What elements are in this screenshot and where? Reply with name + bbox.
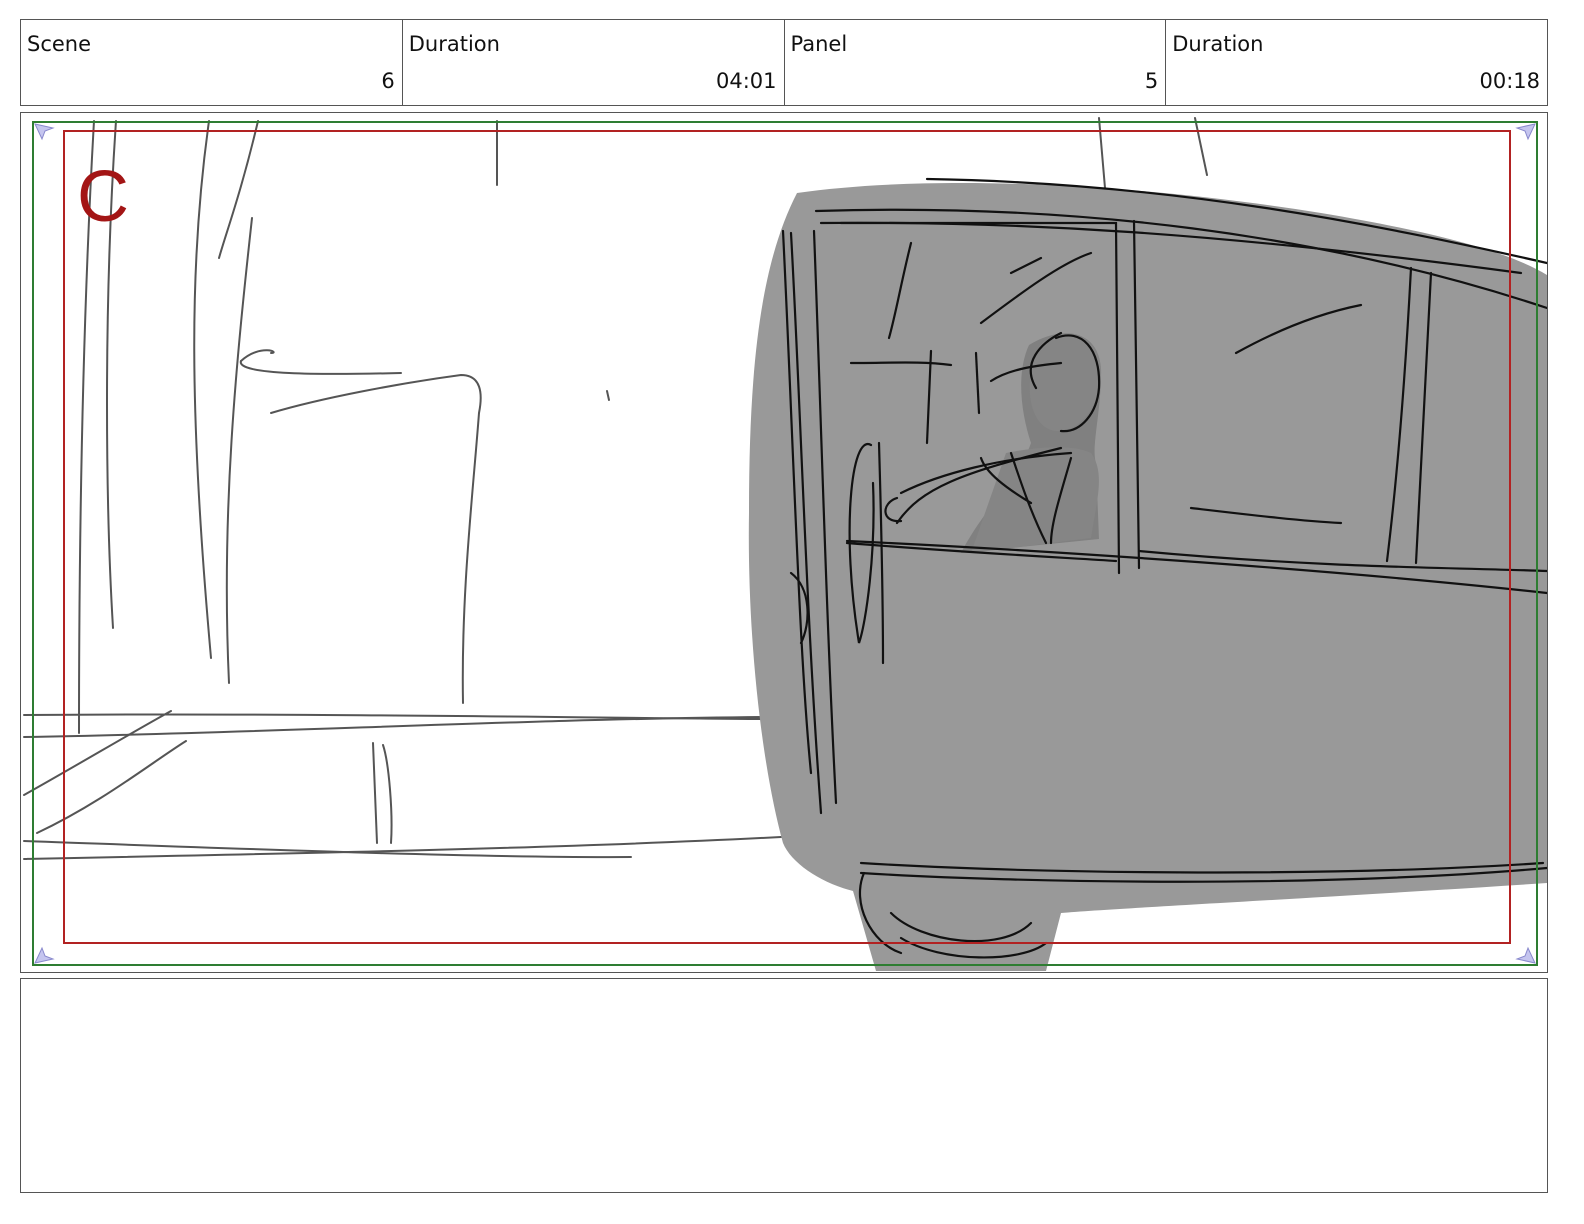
- panel-duration-label: Duration: [1172, 32, 1264, 56]
- scene-duration-label: Duration: [408, 32, 500, 56]
- panel-cell: Panel 5: [785, 20, 1167, 105]
- camera-label: C: [77, 157, 129, 237]
- panel-duration-value: 00:18: [1479, 69, 1540, 93]
- panel-header: Scene 6 Duration 04:01 Panel 5 Duration …: [20, 19, 1548, 106]
- panel-duration-cell: Duration 00:18: [1166, 20, 1547, 105]
- scene-cell: Scene 6: [21, 20, 403, 105]
- vehicle-sketch: [748, 182, 1547, 971]
- panel-label: Panel: [790, 32, 848, 56]
- scene-number: 6: [381, 69, 395, 93]
- storyboard-frame: C: [20, 112, 1548, 973]
- notes-box[interactable]: [20, 978, 1548, 1193]
- panel-number: 5: [1144, 69, 1159, 93]
- sketch-canvas: C: [23, 117, 1547, 971]
- scene-duration-cell: Duration 04:01: [403, 20, 785, 105]
- scene-label: Scene: [27, 32, 92, 56]
- scene-duration-value: 04:01: [715, 69, 777, 93]
